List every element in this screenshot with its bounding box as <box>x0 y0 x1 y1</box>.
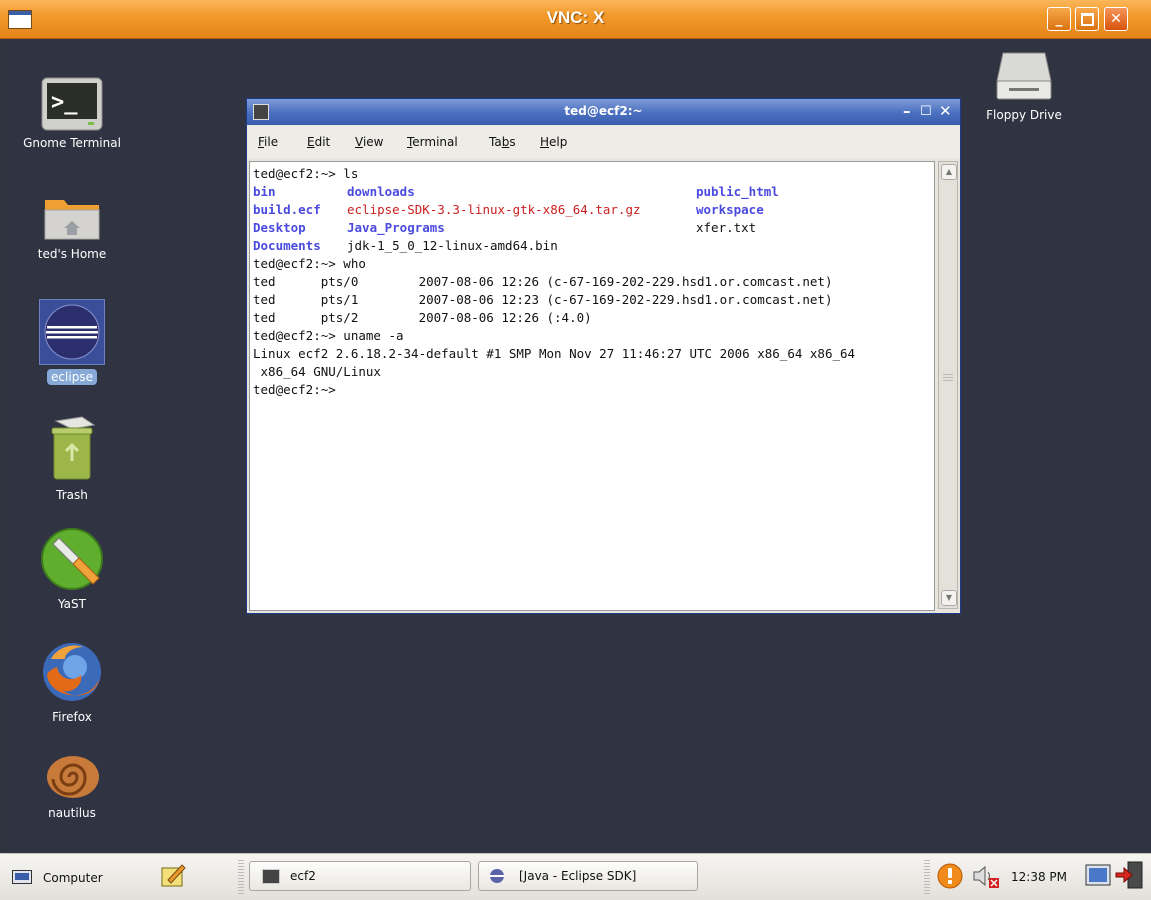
desktop-icon-yast[interactable]: YaST <box>7 526 137 612</box>
terminal-maximize-button[interactable]: ☐ <box>920 104 932 119</box>
terminal-text-cell: downloads <box>347 184 415 199</box>
maximize-button[interactable] <box>1075 7 1099 31</box>
desktop-icon-label: Gnome Terminal <box>23 136 121 150</box>
scroll-up-arrow[interactable]: ▲ <box>941 164 957 180</box>
terminal-text-cell: xfer.txt <box>696 220 757 235</box>
terminal-text-cell: Java_Programs <box>347 220 445 235</box>
desktop-icon-trash[interactable]: Trash <box>7 415 137 503</box>
desktop-icon-label: Firefox <box>52 710 92 724</box>
terminal-menubar: File Edit View Terminal Tabs Help <box>247 126 960 158</box>
desktop-icon-label: ted's Home <box>37 247 107 261</box>
terminal-text-cell: ted@ecf2:~> ls <box>253 166 359 181</box>
panel-grip[interactable] <box>924 860 930 894</box>
computer-icon[interactable] <box>12 870 32 884</box>
maximize-icon <box>1076 8 1098 30</box>
nautilus-icon <box>41 751 103 801</box>
desktop-icon-firefox[interactable]: Firefox <box>7 639 137 725</box>
desktop-icon-label: nautilus <box>48 806 96 820</box>
eclipse-icon <box>489 868 505 888</box>
scroll-thumb-grip <box>943 374 953 375</box>
menu-view[interactable]: View <box>355 135 383 149</box>
menu-tabs[interactable]: Tabs <box>489 135 516 149</box>
computer-menu-label[interactable]: Computer <box>43 871 103 885</box>
task-button-eclipse[interactable]: [Java - Eclipse SDK] <box>478 861 698 891</box>
menu-edit[interactable]: Edit <box>307 135 330 149</box>
menu-file[interactable]: File <box>258 135 278 149</box>
notes-icon[interactable] <box>160 862 186 892</box>
terminal-text-cell: ted pts/2 2007-08-06 12:26 (:4.0) <box>253 310 592 325</box>
menu-help[interactable]: Help <box>540 135 567 149</box>
menu-terminal[interactable]: Terminal <box>407 135 458 149</box>
home-folder-icon <box>42 192 102 242</box>
svg-text:>_: >_ <box>51 90 78 115</box>
terminal-text-cell: ted pts/1 2007-08-06 12:23 (c-67-169-202… <box>253 292 833 307</box>
task-label: ecf2 <box>290 869 316 883</box>
terminal-text-cell: ted@ecf2:~> <box>253 382 336 397</box>
close-button[interactable]: ✕ <box>1104 7 1128 31</box>
terminal-title: ted@ecf2:~ <box>564 104 643 118</box>
terminal-text-cell: Documents <box>253 238 321 253</box>
desktop-icon-nautilus[interactable]: nautilus <box>7 751 137 821</box>
terminal-text-cell: ted@ecf2:~> uname -a <box>253 328 404 343</box>
scroll-down-arrow[interactable]: ▼ <box>941 590 957 606</box>
desktop-icon-home[interactable]: ted's Home <box>7 192 137 262</box>
desktop-icon-label: YaST <box>58 597 86 611</box>
bottom-panel: Computer ecf2 [Java - Eclipse SDK] 12:38… <box>0 853 1151 900</box>
desktop-icon-label: Floppy Drive <box>986 108 1062 122</box>
eclipse-icon <box>39 299 105 365</box>
terminal-text-cell: jdk-1_5_0_12-linux-amd64.bin <box>347 238 558 253</box>
terminal-close-button[interactable]: ✕ <box>939 102 952 120</box>
clock[interactable]: 12:38 PM <box>1011 870 1067 884</box>
task-label: [Java - Eclipse SDK] <box>519 869 637 883</box>
desktop-icon-eclipse[interactable]: eclipse <box>7 299 137 385</box>
terminal-icon <box>262 869 280 884</box>
terminal-icon: >_ <box>41 77 103 131</box>
terminal-text-cell: x86_64 GNU/Linux <box>253 364 381 379</box>
terminal-text-cell: public_html <box>696 184 779 199</box>
show-desktop-icon[interactable] <box>1085 862 1111 892</box>
volume-muted-icon[interactable] <box>971 864 1001 894</box>
vnc-window-title: VNC: X <box>546 8 605 27</box>
terminal-text-cell: ted pts/0 2007-08-06 12:26 (c-67-169-202… <box>253 274 833 289</box>
terminal-minimize-button[interactable]: – <box>903 102 911 120</box>
desktop-icon-label: Trash <box>56 488 88 502</box>
desktop-icon-floppy-drive[interactable]: Floppy Drive <box>959 49 1089 123</box>
terminal-text-cell: eclipse-SDK-3.3-linux-gtk-x86_64.tar.gz <box>347 202 641 217</box>
terminal-text-cell: bin <box>253 184 276 199</box>
close-icon: ✕ <box>1110 11 1122 27</box>
task-button-ecf2[interactable]: ecf2 <box>249 861 471 891</box>
minimize-icon: _ <box>1055 11 1063 27</box>
terminal-scrollbar[interactable]: ▲ ▼ <box>938 161 958 609</box>
panel-grip[interactable] <box>238 860 244 894</box>
floppy-drive-icon <box>993 49 1055 103</box>
terminal-titlebar[interactable]: ted@ecf2:~ – ☐ ✕ <box>247 99 960 125</box>
trash-icon <box>42 415 102 483</box>
logout-icon[interactable] <box>1114 860 1144 894</box>
minimize-button[interactable]: _ <box>1047 7 1071 31</box>
desktop-icon-label: eclipse <box>47 369 97 385</box>
vnc-window-titlebar[interactable]: VNC: X _ ✕ <box>0 0 1151 39</box>
terminal-output[interactable]: ted@ecf2:~> ls bin downloads public_htmlbui… <box>249 161 935 611</box>
update-alert-icon[interactable] <box>937 863 963 893</box>
terminal-text-cell: Desktop <box>253 220 306 235</box>
firefox-icon <box>39 639 105 705</box>
desktop-icon-gnome-terminal[interactable]: >_ Gnome Terminal <box>7 77 137 151</box>
terminal-window[interactable]: ted@ecf2:~ – ☐ ✕ File Edit View Terminal… <box>246 98 961 614</box>
yast-icon <box>39 526 105 592</box>
terminal-text-cell: ted@ecf2:~> who <box>253 256 366 271</box>
terminal-text-cell: build.ecf <box>253 202 321 217</box>
terminal-text-cell: workspace <box>696 202 764 217</box>
terminal-text-cell: Linux ecf2 2.6.18.2-34-default #1 SMP Mo… <box>253 346 856 361</box>
